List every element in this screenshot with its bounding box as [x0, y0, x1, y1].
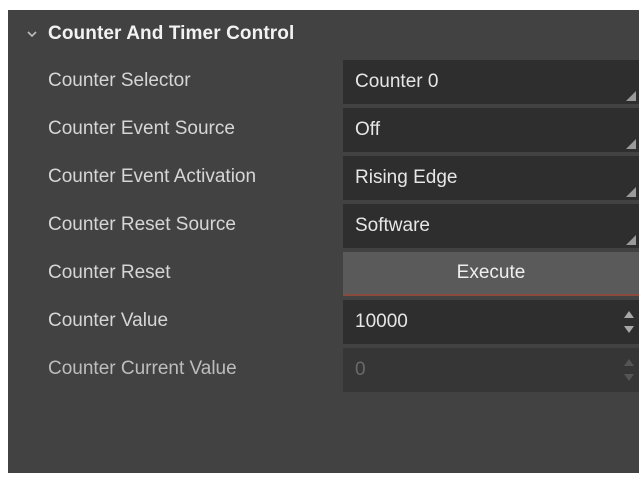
counter-value-spinbox[interactable]: 10000: [343, 300, 639, 344]
row-counter-event-activation: Counter Event Activation Rising Edge: [8, 154, 639, 200]
dropdown-corner-icon: [626, 235, 636, 245]
counter-reset-label: Counter Reset: [48, 262, 171, 283]
section-title: Counter And Timer Control: [48, 23, 295, 44]
row-counter-value: Counter Value 10000: [8, 298, 639, 344]
spin-arrows-icon[interactable]: [623, 308, 635, 336]
counter-current-value-display: 0: [355, 359, 366, 380]
row-counter-reset-source: Counter Reset Source Software: [8, 202, 639, 248]
dropdown-corner-icon: [626, 91, 636, 101]
counter-selector-dropdown[interactable]: Counter 0: [343, 60, 639, 104]
execute-button[interactable]: Execute: [343, 252, 639, 296]
counter-event-source-value: Off: [355, 119, 380, 140]
counter-reset-source-value: Software: [355, 215, 430, 236]
dropdown-corner-icon: [626, 187, 636, 197]
counter-current-value-spinbox: 0: [343, 348, 639, 392]
counter-selector-value: Counter 0: [355, 71, 439, 92]
row-counter-event-source: Counter Event Source Off: [8, 106, 639, 152]
spin-arrows-icon: [624, 359, 634, 381]
row-counter-reset-main: Counter Reset Execute: [8, 250, 639, 296]
counter-event-activation-label: Counter Event Activation: [48, 166, 257, 187]
dropdown-corner-icon: [626, 139, 636, 149]
properties-panel: Counter And Timer Control Counter Select…: [8, 10, 639, 473]
counter-reset-source-dropdown[interactable]: Software: [343, 204, 639, 248]
counter-event-activation-value: Rising Edge: [355, 167, 458, 188]
counter-event-source-dropdown[interactable]: Off: [343, 108, 639, 152]
counter-current-value-label: Counter Current Value: [48, 358, 237, 379]
section-header-counter-timer[interactable]: Counter And Timer Control: [8, 10, 639, 58]
counter-event-activation-dropdown[interactable]: Rising Edge: [343, 156, 639, 200]
counter-reset-source-label: Counter Reset Source: [48, 214, 236, 235]
counter-selector-label: Counter Selector: [48, 70, 191, 91]
counter-value-label: Counter Value: [48, 310, 169, 331]
counter-event-source-label: Counter Event Source: [48, 118, 235, 139]
counter-value-input[interactable]: 10000: [355, 300, 408, 344]
row-counter-selector: Counter Selector Counter 0: [8, 58, 639, 104]
row-counter-current-value: Counter Current Value 0: [8, 346, 639, 392]
chevron-down-icon[interactable]: [22, 10, 42, 58]
